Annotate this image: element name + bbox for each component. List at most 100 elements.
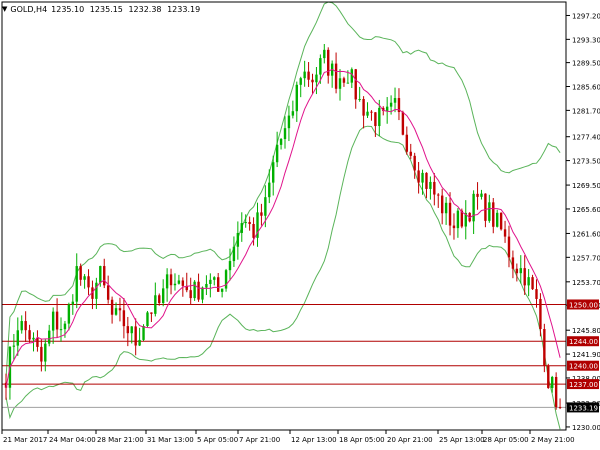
candle-body xyxy=(279,139,283,145)
price-tick-label: 1285.60 xyxy=(572,83,600,91)
candle-body xyxy=(248,222,251,224)
candle-body xyxy=(358,99,361,101)
candle-body xyxy=(346,82,350,84)
time-tick-label: 28 Mar 21:00 xyxy=(97,436,144,444)
candle-body xyxy=(554,376,558,408)
horizontal-levels xyxy=(2,303,566,408)
chart-header: ▼ GOLD,H4 1235.10 1235.15 1232.38 1233.1… xyxy=(2,3,203,15)
candle-body xyxy=(342,78,346,83)
candle-body xyxy=(429,181,432,189)
candle-body xyxy=(417,170,420,183)
candle-body xyxy=(366,111,369,116)
candle-body xyxy=(452,225,456,229)
candle-body xyxy=(213,277,216,280)
time-tick-label: 28 Apr 05:00 xyxy=(483,436,529,444)
candle-body xyxy=(197,281,200,300)
level-price-label: 1237.00 xyxy=(569,381,598,389)
candle-body xyxy=(444,202,448,214)
candle-body xyxy=(425,172,428,189)
price-tick-label: 1281.70 xyxy=(572,107,600,115)
triangle-down-icon[interactable]: ▼ xyxy=(2,5,7,13)
candle-body xyxy=(421,172,424,183)
candle-body xyxy=(495,212,499,227)
candle-body xyxy=(51,311,55,331)
candle-body xyxy=(67,304,71,324)
low-value: 1232.38 xyxy=(128,4,162,14)
candle-body xyxy=(59,329,63,331)
candle-body xyxy=(515,268,519,274)
candle-body xyxy=(138,339,141,346)
candle-body xyxy=(374,112,377,127)
time-tick-label: 31 Mar 13:00 xyxy=(147,436,194,444)
candle-body xyxy=(413,155,416,171)
candle-body xyxy=(244,222,247,224)
candle-body xyxy=(193,281,196,299)
level-price-label: 1250.00 xyxy=(569,301,598,309)
close-value: 1233.19 xyxy=(167,4,201,14)
candle-body xyxy=(83,276,86,280)
candle-body xyxy=(499,212,503,230)
candle-body xyxy=(283,128,287,140)
candle-body xyxy=(307,71,310,80)
price-tick-label: 1265.60 xyxy=(572,206,600,214)
price-tick-label: 1241.90 xyxy=(572,351,600,359)
candle-body xyxy=(519,268,522,274)
candle-body xyxy=(480,193,483,197)
price-tick-label: 1253.70 xyxy=(572,279,600,287)
candle-body xyxy=(393,98,397,103)
candle-body xyxy=(476,193,479,197)
candle-body xyxy=(87,276,90,288)
candle-body xyxy=(134,326,137,346)
chart-canvas[interactable]: 1297.20 1293.30 1289.50 1285.60 1281.70 1277.… xyxy=(0,0,600,450)
price-tick-label: 1289.50 xyxy=(572,60,600,68)
candle-body xyxy=(264,197,267,216)
candle-body xyxy=(110,299,114,315)
candle-body xyxy=(169,274,173,286)
candle-body xyxy=(503,229,507,237)
candle-body xyxy=(319,58,322,75)
candle-body xyxy=(106,285,110,300)
candle-body xyxy=(189,290,192,299)
candle-body xyxy=(44,343,47,362)
candle-body xyxy=(114,308,118,315)
candle-body xyxy=(558,407,562,409)
candle-body xyxy=(122,310,126,327)
candle-body xyxy=(75,266,78,302)
moving-average-line xyxy=(5,68,561,388)
candle-body xyxy=(472,193,475,222)
price-tick-label: 1269.50 xyxy=(572,182,600,190)
time-tick-label: 21 Mar 2017 xyxy=(3,436,47,444)
candle-body xyxy=(158,295,161,304)
current-price-label: 1233.19 xyxy=(569,404,598,412)
candle-body xyxy=(95,282,98,299)
time-tick-label: 25 Apr 13:00 xyxy=(439,436,485,444)
open-value: 1235.10 xyxy=(51,4,85,14)
price-tick-label: 1277.40 xyxy=(572,134,600,142)
price-tick-label: 1257.70 xyxy=(572,254,600,262)
candle-body xyxy=(209,279,212,284)
candle-body xyxy=(437,194,440,196)
candle-body xyxy=(130,326,133,334)
candle-body xyxy=(370,111,373,113)
candle-body xyxy=(405,134,409,152)
candle-body xyxy=(165,274,169,289)
price-chart[interactable]: ▼ GOLD,H4 1235.10 1235.15 1232.38 1233.1… xyxy=(0,0,600,450)
candle-body xyxy=(161,288,165,304)
bollinger-upper-band xyxy=(5,1,561,379)
candle-body xyxy=(99,266,102,283)
candle-body xyxy=(303,71,306,79)
candle-body xyxy=(409,151,412,156)
price-tick-label: 1261.60 xyxy=(572,230,600,238)
moving-average xyxy=(5,68,561,388)
candle-body xyxy=(488,202,491,221)
candle-body xyxy=(389,102,393,107)
candle-body xyxy=(16,330,19,346)
candle-body xyxy=(338,78,342,89)
price-tick-label: 1297.20 xyxy=(572,12,600,20)
candle-body xyxy=(146,312,149,327)
candle-body xyxy=(440,195,444,214)
candle-body xyxy=(275,144,279,163)
level-price-label: 1240.00 xyxy=(569,363,598,371)
candle-body xyxy=(448,202,452,226)
level-price-label: 1244.00 xyxy=(569,338,598,346)
